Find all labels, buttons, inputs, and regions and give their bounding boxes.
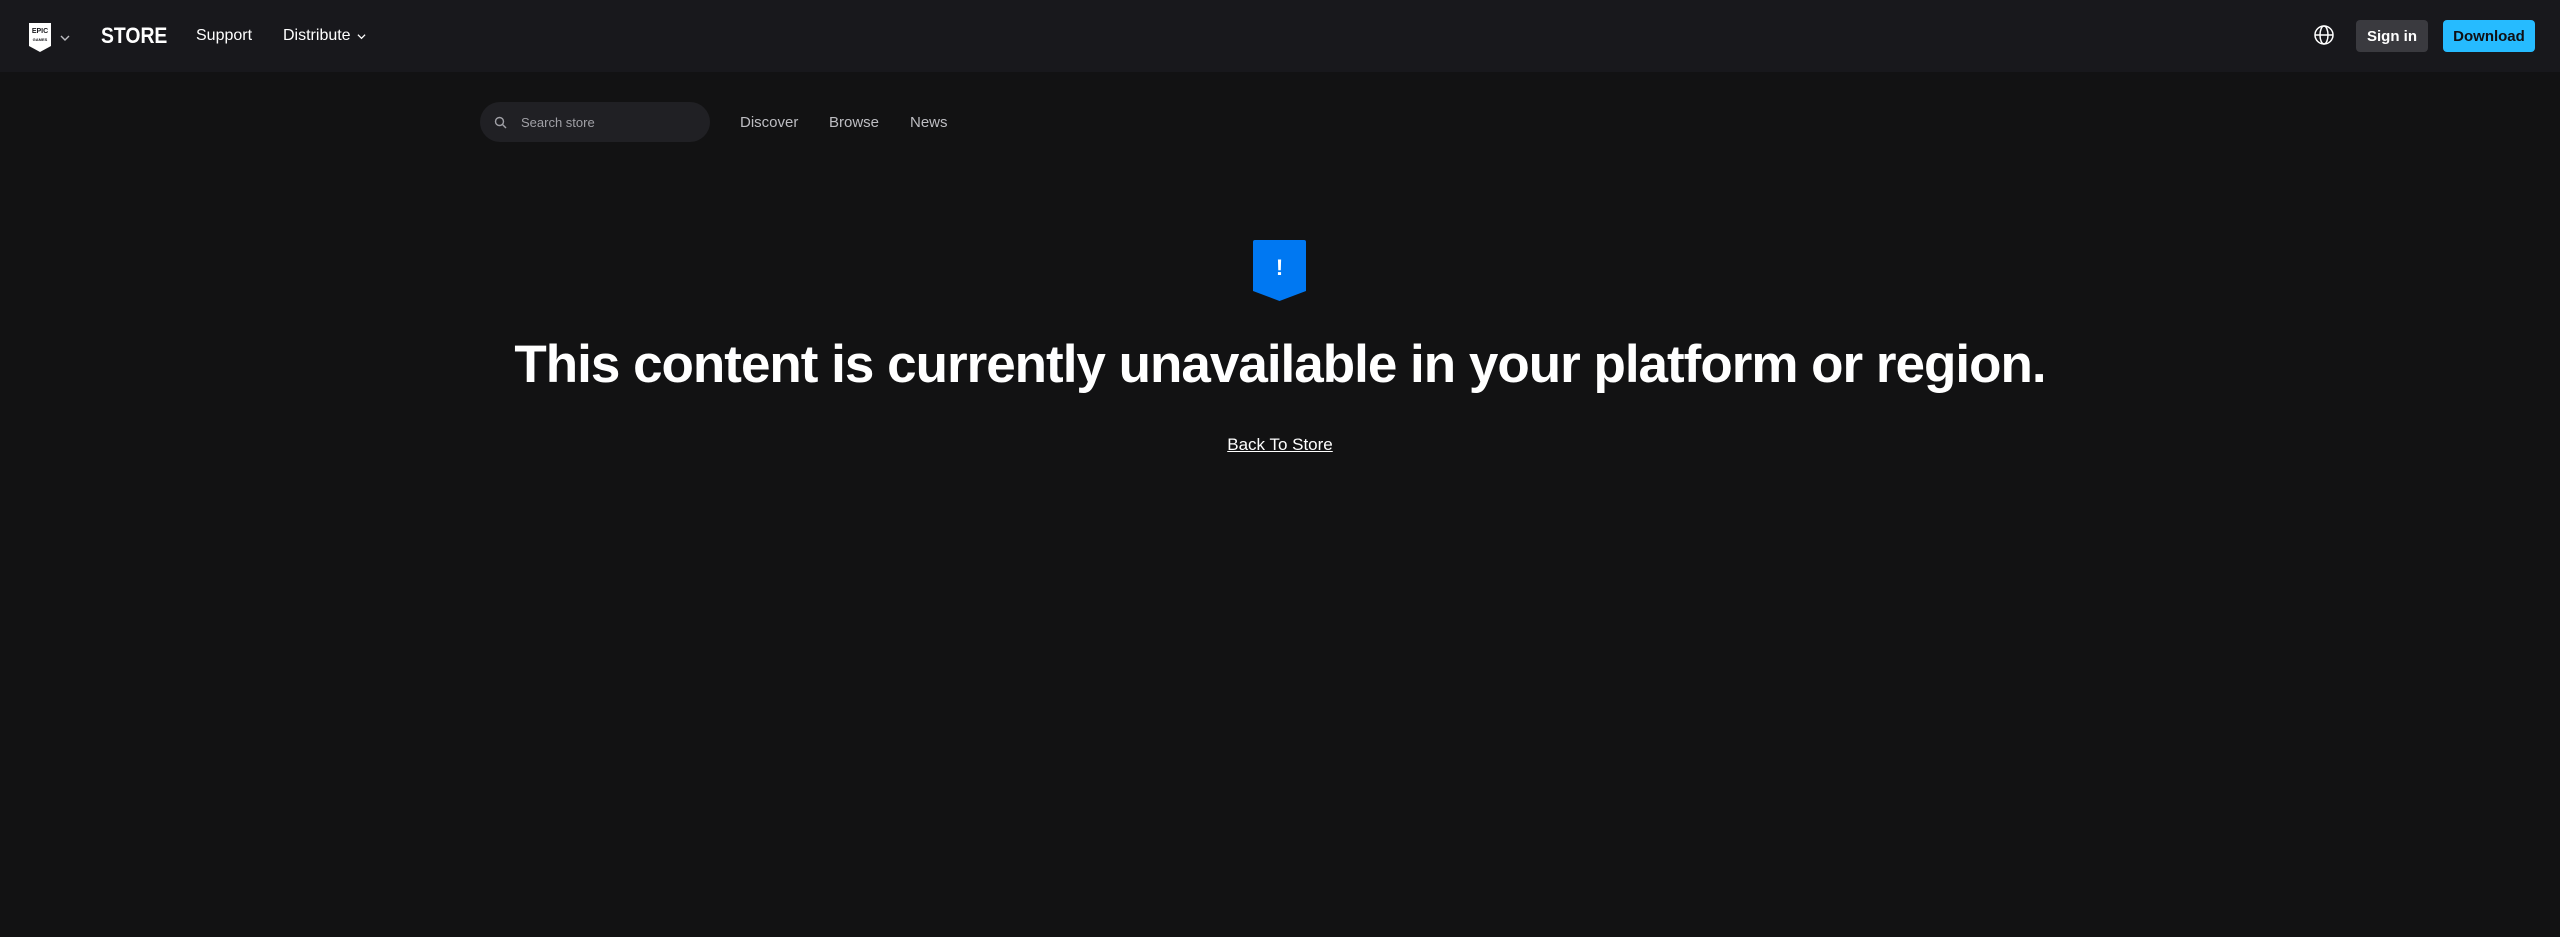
- nav-support-label: Support: [196, 27, 253, 44]
- alert-symbol: !: [1276, 255, 1283, 280]
- download-label: Download: [2453, 27, 2525, 45]
- search-icon: [494, 116, 507, 128]
- globe-icon[interactable]: [2313, 24, 2335, 46]
- nav-distribute-label: Distribute: [283, 27, 351, 44]
- back-to-store-container: Back To Store: [0, 434, 2560, 456]
- sign-in-button[interactable]: Sign in: [2356, 20, 2428, 52]
- epic-games-shield-icon: EPIC GAMES: [29, 23, 51, 52]
- chevron-down-icon: [357, 33, 366, 39]
- subnav-browse-link[interactable]: Browse: [829, 113, 879, 133]
- top-navigation-bar: EPIC GAMES STORE Support Distribute Sign…: [0, 0, 2560, 72]
- search-input[interactable]: [519, 113, 699, 131]
- download-button[interactable]: Download: [2443, 20, 2535, 52]
- sign-in-label: Sign in: [2367, 27, 2417, 45]
- back-to-store-link[interactable]: Back To Store: [1227, 435, 1333, 454]
- epic-games-logo-menu[interactable]: EPIC GAMES: [28, 22, 70, 53]
- exclamation-badge-icon: !: [1253, 240, 1306, 301]
- svg-text:GAMES: GAMES: [33, 37, 48, 42]
- search-store-box[interactable]: [480, 102, 710, 142]
- subnav-discover-link[interactable]: Discover: [740, 113, 798, 133]
- svg-text:EPIC: EPIC: [32, 28, 48, 35]
- unavailable-message-heading: This content is currently unavailable in…: [514, 335, 2046, 394]
- chevron-down-icon: [60, 35, 70, 41]
- store-wordmark[interactable]: STORE: [101, 22, 167, 50]
- nav-support-link[interactable]: Support: [196, 26, 252, 46]
- nav-distribute-menu[interactable]: Distribute: [283, 26, 366, 46]
- subnav-news-link[interactable]: News: [910, 113, 948, 133]
